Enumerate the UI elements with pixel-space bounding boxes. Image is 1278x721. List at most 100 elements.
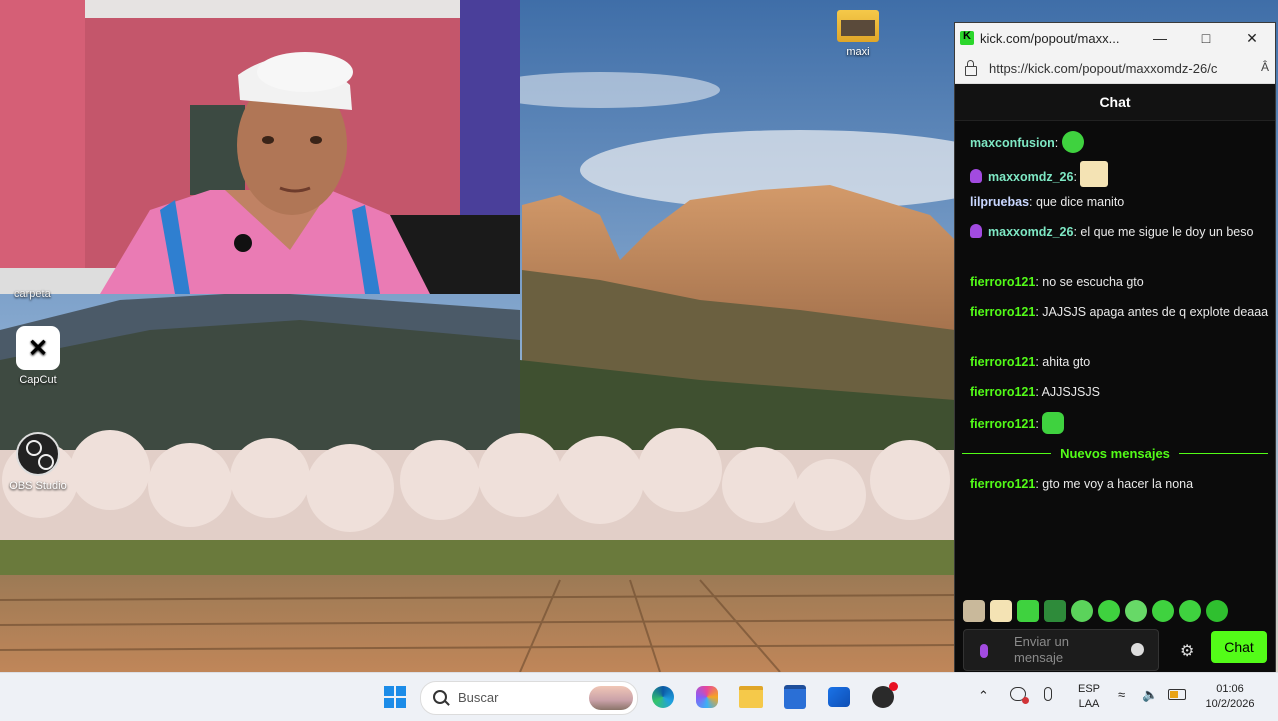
chat-username[interactable]: fierroro121 xyxy=(970,275,1035,289)
chat-username[interactable]: fierroro121 xyxy=(970,355,1035,369)
outlook-taskbar-button[interactable] xyxy=(825,683,853,711)
emote-button[interactable] xyxy=(1017,600,1039,622)
edge-taskbar-button[interactable] xyxy=(649,683,677,711)
chat-username[interactable]: maxconfusion xyxy=(970,136,1055,150)
emoji-picker-icon[interactable] xyxy=(1131,643,1144,656)
taskbar-search[interactable]: Buscar xyxy=(420,681,638,715)
edge-icon xyxy=(652,686,674,708)
chat-username[interactable]: lilpruebas xyxy=(970,195,1029,209)
store-taskbar-button[interactable] xyxy=(781,683,809,711)
chat-text: gto me voy a hacer la nona xyxy=(1042,477,1194,491)
chat-message: lilpruebas: que dice manito xyxy=(970,195,1125,209)
chat-text: ahita gto xyxy=(1042,355,1091,369)
chat-username[interactable]: maxxomdz_26 xyxy=(988,170,1073,184)
chat-text: AJJSJSJS xyxy=(1041,385,1100,399)
chat-username[interactable]: fierroro121 xyxy=(970,385,1035,399)
new-messages-divider[interactable]: Nuevos mensajes xyxy=(962,443,1268,463)
taskbar: Buscar ⌃ ESP LAA ≈ 🔈 01:06 10/2/2026 xyxy=(0,672,1278,721)
chat-message: maxxomdz_26: xyxy=(970,161,1270,187)
language-layout: LAA xyxy=(1078,698,1100,710)
emote-button[interactable] xyxy=(1098,600,1120,622)
chat-message: fierroro121: gto me voy a hacer la nona xyxy=(970,477,1194,491)
folder-icon xyxy=(739,686,763,708)
window-titlebar[interactable]: kick.com/popout/maxx... — □ ✕ xyxy=(955,23,1275,53)
onedrive-sync-icon[interactable] xyxy=(1010,687,1029,704)
emote-button[interactable] xyxy=(1179,600,1201,622)
windows-logo-icon xyxy=(384,686,406,708)
chat-message-input[interactable]: Enviar un mensaje xyxy=(963,629,1159,671)
chat-text: no se escucha gto xyxy=(1042,275,1144,289)
emote-button[interactable] xyxy=(1071,600,1093,622)
search-icon xyxy=(433,690,447,704)
notification-dot-icon xyxy=(889,682,898,691)
battery-icon[interactable] xyxy=(1168,689,1186,700)
desktop-icon-label: OBS Studio xyxy=(9,480,67,492)
volume-icon[interactable]: 🔈 xyxy=(1142,687,1158,702)
desktop-icon-partial-label: carpeta xyxy=(14,288,51,300)
emote-button[interactable] xyxy=(1206,600,1228,622)
emote-button[interactable] xyxy=(1044,600,1066,622)
chat-text: que dice manito xyxy=(1036,195,1125,209)
close-button[interactable]: ✕ xyxy=(1229,23,1275,53)
chat-username[interactable]: fierroro121 xyxy=(970,305,1035,319)
desktop-icon-capcut[interactable]: ✕ CapCut xyxy=(0,326,76,386)
chat-username[interactable]: maxxomdz_26 xyxy=(988,225,1073,239)
gear-icon[interactable]: ⚙ xyxy=(1180,641,1194,661)
subscriber-badge-icon xyxy=(970,224,982,238)
webcam-overlay xyxy=(0,0,520,294)
emote-button[interactable] xyxy=(1125,600,1147,622)
maximize-button[interactable]: □ xyxy=(1183,23,1229,53)
desktop-icon-label: CapCut xyxy=(19,374,57,386)
chat-message: fierroro121: xyxy=(970,412,1270,434)
search-highlight-image xyxy=(589,686,633,710)
emote-button[interactable] xyxy=(963,600,985,622)
start-button[interactable] xyxy=(381,683,409,711)
clock[interactable]: 01:06 10/2/2026 xyxy=(1198,682,1262,712)
chat-text: el que me sigue le doy un beso xyxy=(1080,225,1254,239)
wifi-icon[interactable]: ≈ xyxy=(1118,687,1125,702)
chat-username[interactable]: fierroro121 xyxy=(970,477,1035,491)
obs-icon xyxy=(872,682,898,708)
obs-taskbar-button[interactable] xyxy=(869,682,898,711)
copilot-taskbar-button[interactable] xyxy=(693,683,721,711)
chat-username[interactable]: fierroro121 xyxy=(970,417,1035,431)
badge-icon xyxy=(980,644,988,658)
emote-button[interactable] xyxy=(1152,600,1174,622)
chat-message: fierroro121: AJJSJSJS xyxy=(970,385,1100,399)
green-face-emote-icon xyxy=(1042,412,1065,434)
chat-message: maxxomdz_26: el que me sigue le doy un b… xyxy=(970,222,1270,242)
send-chat-button[interactable]: Chat xyxy=(1211,631,1267,663)
microphone-icon[interactable] xyxy=(1044,687,1052,701)
window-title: kick.com/popout/maxx... xyxy=(980,30,1120,46)
chat-header: Chat xyxy=(955,84,1275,121)
address-bar[interactable]: https://kick.com/popout/maxxomdz-26/c Â xyxy=(955,53,1275,84)
capcut-icon: ✕ xyxy=(16,326,60,370)
green-blob-emote-icon xyxy=(1061,131,1084,153)
anime-face-emote-icon xyxy=(1080,161,1109,187)
chat-message: fierroro121: ahita gto xyxy=(970,355,1091,369)
chat-messages: maxconfusion: maxxomdz_26: lilpruebas: q… xyxy=(955,119,1275,589)
folder-icon xyxy=(837,10,879,42)
chat-input-row: Enviar un mensaje ⚙ Chat xyxy=(963,629,1269,671)
desktop-icon-maxi[interactable]: maxi xyxy=(820,10,896,58)
language-code: ESP xyxy=(1077,683,1100,695)
desktop-icon-label: maxi xyxy=(846,46,870,58)
lock-icon xyxy=(965,60,977,76)
clock-date: 10/2/2026 xyxy=(1205,698,1255,710)
chat-input-placeholder: Enviar un mensaje xyxy=(1014,634,1069,665)
file-explorer-taskbar-button[interactable] xyxy=(737,683,765,711)
outlook-icon xyxy=(828,687,850,707)
chevron-up-icon[interactable]: ⌃ xyxy=(978,688,989,703)
desktop-icon-obs[interactable]: OBS Studio xyxy=(0,432,76,492)
kick-favicon-icon xyxy=(960,30,974,45)
copilot-icon xyxy=(696,686,718,708)
input-language[interactable]: ESP LAA xyxy=(1074,682,1104,712)
chat-message: fierroro121: no se escucha gto xyxy=(970,275,1144,289)
read-aloud-icon[interactable]: Â xyxy=(1261,60,1269,74)
emote-button[interactable] xyxy=(990,600,1012,622)
chat-message: maxconfusion: xyxy=(970,131,1270,153)
chat-text: JAJSJS apaga antes de q explote deaaa xyxy=(1042,305,1269,319)
chat-popout-window: kick.com/popout/maxx... — □ ✕ https://ki… xyxy=(955,23,1275,672)
url-text: https://kick.com/popout/maxxomdz-26/c xyxy=(989,60,1218,76)
minimize-button[interactable]: — xyxy=(1137,23,1183,53)
